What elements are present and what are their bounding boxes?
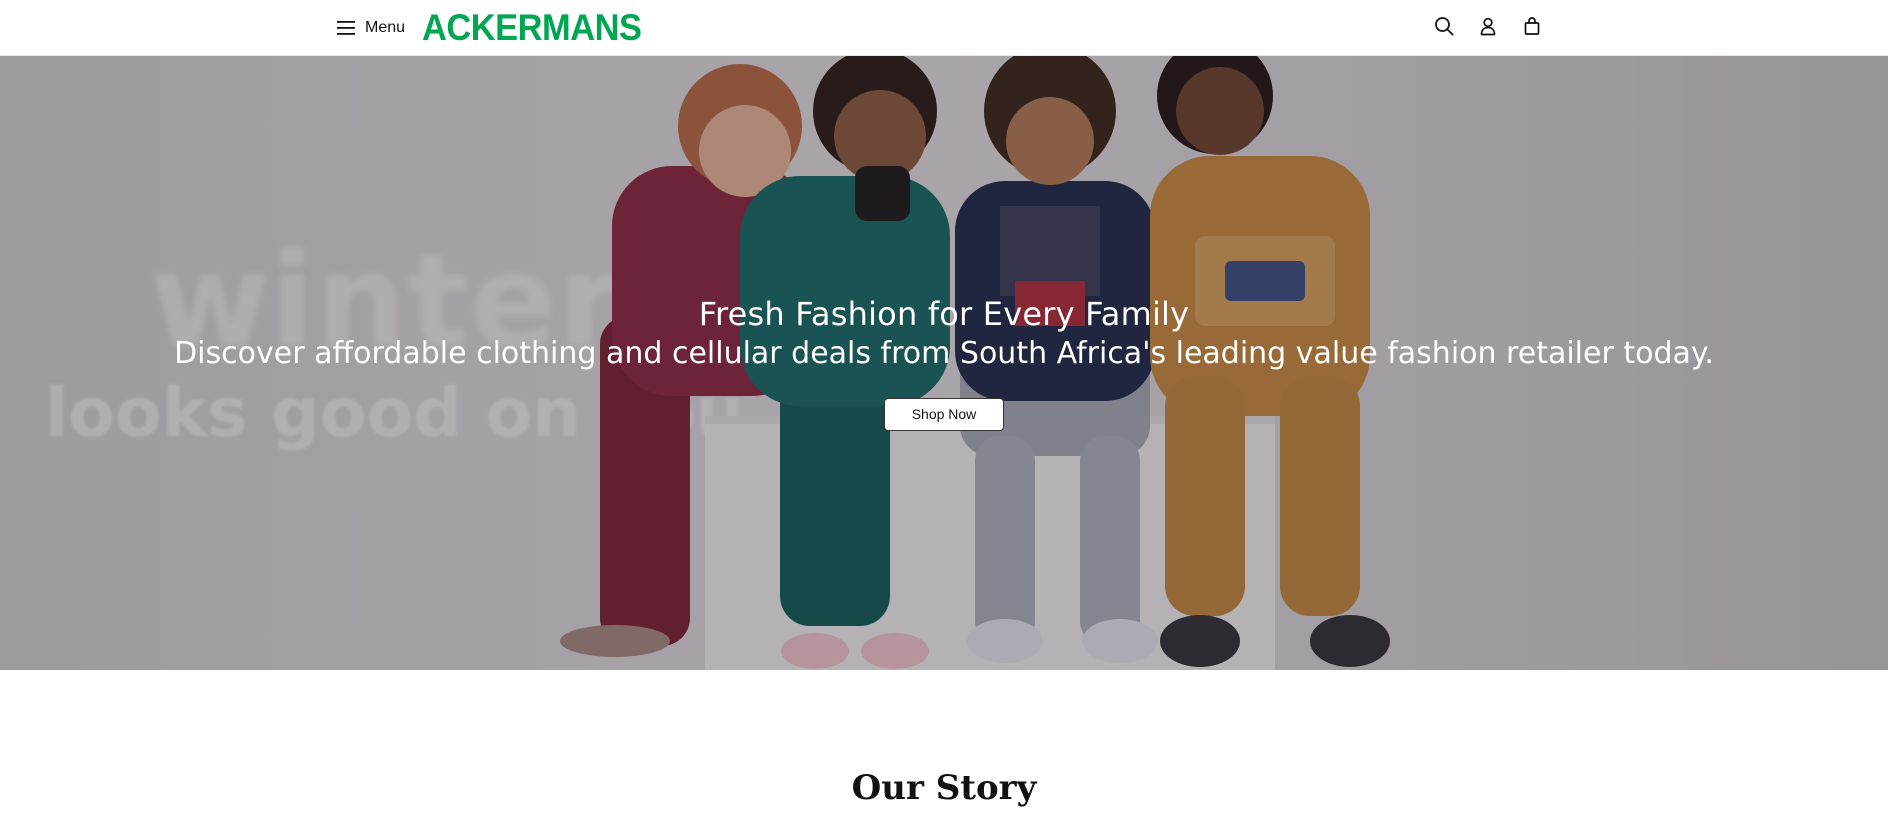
menu-button[interactable]: Menu	[336, 14, 405, 42]
hamburger-menu-icon	[336, 20, 356, 36]
our-story-section: Our Story	[0, 670, 1888, 818]
search-icon	[1434, 16, 1454, 39]
header-actions	[1432, 15, 1544, 39]
account-icon	[1478, 16, 1498, 39]
ackermans-logo[interactable]: ACKERMANS	[422, 6, 642, 50]
our-story-title: Our Story	[851, 768, 1037, 808]
account-button[interactable]	[1476, 15, 1500, 39]
hero-content: Fresh Fashion for Every Family Discover …	[0, 294, 1888, 431]
hero-banner: winter looks good on you Fresh Fashion f…	[0, 56, 1888, 670]
shopping-bag-icon	[1522, 16, 1542, 39]
hero-subtitle: Discover affordable clothing and cellula…	[174, 336, 1714, 371]
site-header: Menu ACKERMANS	[0, 0, 1888, 56]
menu-label: Menu	[365, 19, 406, 36]
cart-button[interactable]	[1520, 15, 1544, 39]
shop-now-button[interactable]: Shop Now	[884, 398, 1004, 431]
hero-title: Fresh Fashion for Every Family	[698, 295, 1190, 333]
search-button[interactable]	[1432, 15, 1456, 39]
